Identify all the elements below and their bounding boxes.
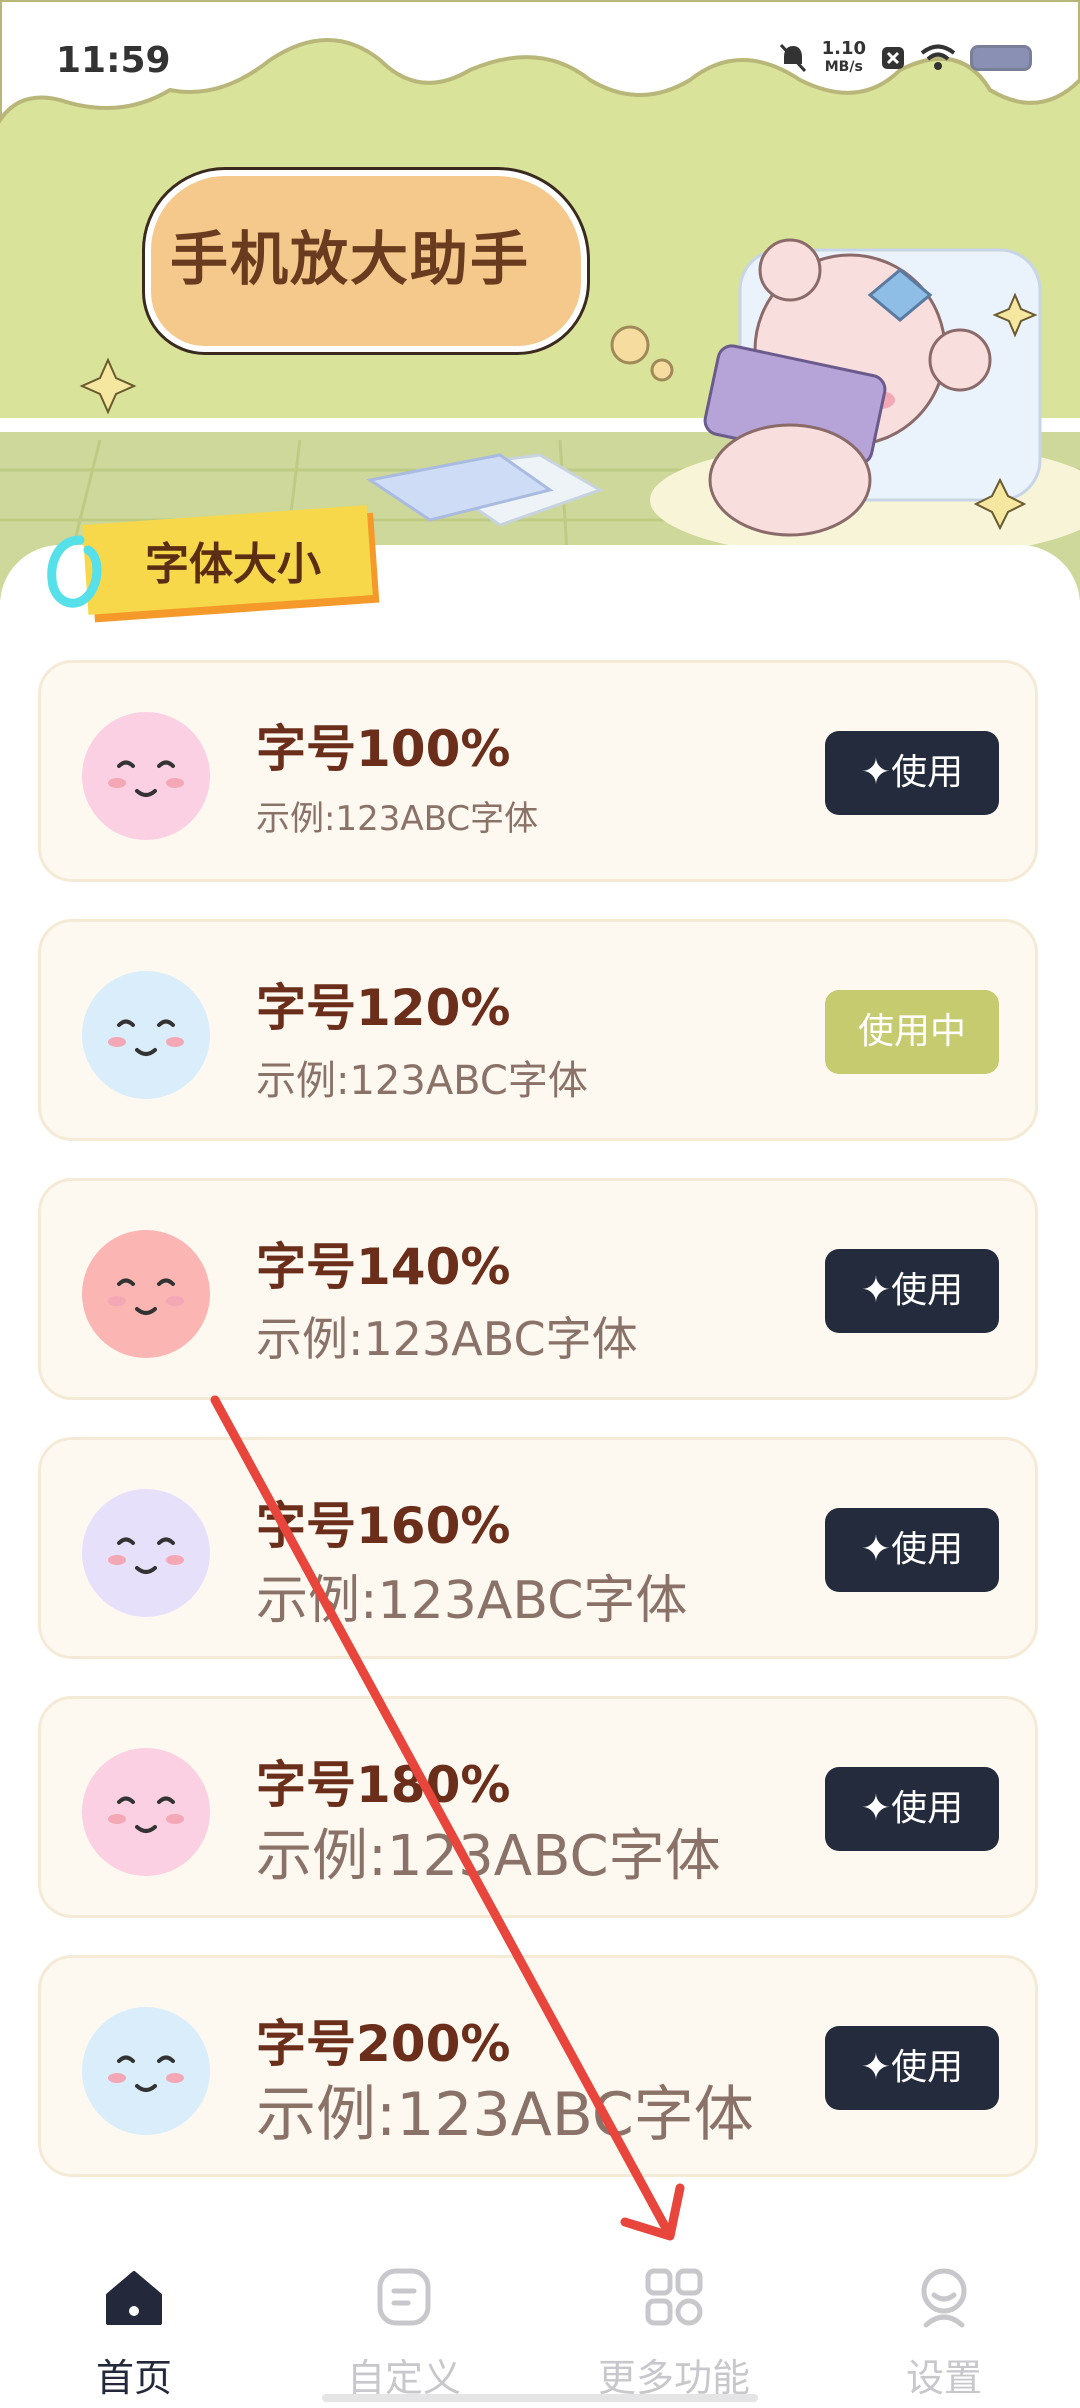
- font-sample-text: 示例:123ABC字体: [256, 1571, 688, 1631]
- nav-home-label: 首页: [95, 2356, 172, 2400]
- font-option-card[interactable]: 字号160% 示例:123ABC字体 ✦使用: [38, 1437, 1038, 1659]
- home-indicator[interactable]: [322, 2394, 758, 2402]
- net-speed: 1.10 MB/s: [822, 40, 866, 76]
- net-speed-unit: MB/s: [824, 59, 863, 75]
- emoji-avatar-icon: [82, 971, 210, 1099]
- font-sample-text: 示例:123ABC字体: [256, 1824, 721, 1889]
- font-size-label: 字号160%: [256, 1497, 511, 1555]
- emoji-avatar-icon: [82, 1489, 210, 1617]
- use-button[interactable]: ✦使用: [825, 1249, 999, 1333]
- use-button[interactable]: ✦使用: [825, 1767, 999, 1851]
- customize-icon: [377, 2268, 431, 2326]
- font-size-label: 字号120%: [256, 979, 511, 1037]
- nav-settings[interactable]: 设置: [844, 2265, 1044, 2402]
- header-banner: 11:59 1.10 MB/s 手机放大助手: [0, 0, 1080, 600]
- paperclip-icon: [47, 535, 102, 608]
- font-option-card[interactable]: 字号140% 示例:123ABC字体 ✦使用: [38, 1178, 1038, 1400]
- in-use-button[interactable]: 使用中: [825, 990, 999, 1074]
- font-sample-text: 示例:123ABC字体: [256, 1312, 638, 1366]
- bottom-nav: 首页 自定义 更多功能 设置: [0, 2225, 1080, 2408]
- font-size-label: 字号180%: [256, 1756, 511, 1814]
- net-speed-value: 1.10: [821, 38, 866, 59]
- font-option-card[interactable]: 字号120% 示例:123ABC字体 使用中: [38, 919, 1038, 1141]
- sim-x-icon: [882, 47, 904, 69]
- font-sample-text: 示例:123ABC字体: [256, 799, 539, 839]
- app-title: 手机放大助手: [170, 225, 531, 293]
- use-button[interactable]: ✦使用: [825, 1508, 999, 1592]
- font-option-card[interactable]: 字号200% 示例:123ABC字体 ✦使用: [38, 1955, 1038, 2177]
- font-option-card[interactable]: 字号100% 示例:123ABC字体 ✦使用: [38, 660, 1038, 882]
- section-title: 字体大小: [145, 539, 321, 590]
- emoji-avatar-icon: [82, 1748, 210, 1876]
- nav-home[interactable]: 首页: [34, 2265, 234, 2402]
- font-sample-text: 示例:123ABC字体: [256, 2080, 754, 2150]
- profile-icon: [921, 2268, 967, 2328]
- font-size-label: 字号100%: [256, 720, 511, 778]
- use-button[interactable]: ✦使用: [825, 731, 999, 815]
- wifi-icon: [920, 44, 956, 70]
- status-time: 11:59: [56, 40, 171, 81]
- nav-more-features[interactable]: 更多功能: [574, 2265, 774, 2402]
- emoji-avatar-icon: [82, 1230, 210, 1358]
- nav-settings-label: 设置: [905, 2356, 982, 2400]
- font-option-card[interactable]: 字号180% 示例:123ABC字体 ✦使用: [38, 1696, 1038, 1918]
- emoji-avatar-icon: [82, 712, 210, 840]
- battery-icon: [970, 45, 1032, 71]
- use-button[interactable]: ✦使用: [825, 2026, 999, 2110]
- status-icons: 1.10 MB/s: [778, 40, 1032, 76]
- grid-icon: [645, 2268, 703, 2326]
- mute-bell-icon: [779, 43, 806, 73]
- nav-customize[interactable]: 自定义: [304, 2265, 504, 2402]
- status-bar: 11:59 1.10 MB/s: [0, 0, 1080, 120]
- home-icon: [106, 2271, 162, 2325]
- font-size-label: 字号140%: [256, 1238, 511, 1296]
- font-sample-text: 示例:123ABC字体: [256, 1058, 588, 1104]
- emoji-avatar-icon: [82, 2007, 210, 2135]
